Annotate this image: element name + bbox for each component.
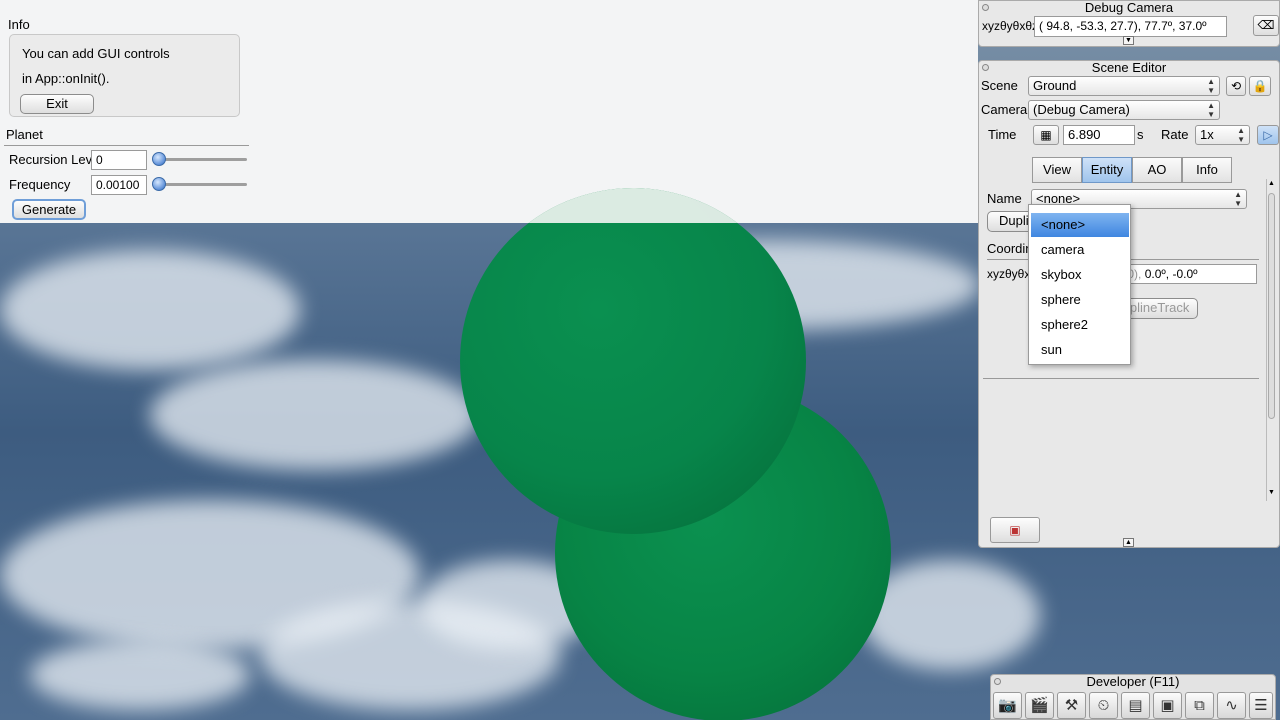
terminal-icon[interactable]: ▣	[1153, 692, 1182, 719]
entity-xyz-label: xyzθyθx	[987, 267, 1031, 281]
scrollbar-thumb[interactable]	[1268, 193, 1275, 419]
chevron-up-icon[interactable]: ▲	[1123, 538, 1134, 547]
debug-camera-window: Debug Camera xyzθyθxθz ( 94.8, -53.3, 27…	[978, 0, 1280, 47]
developer-toolbar: Developer (F11) 📷 🎬 ⚒ ⏲ ▤ ▣ ⧉ ∿ ☰	[990, 674, 1276, 720]
camera-coords-input[interactable]: ( 94.8, -53.3, 27.7), 77.7º, 37.0º	[1034, 16, 1227, 37]
film-icon[interactable]: ▦	[1033, 125, 1059, 145]
tab-info[interactable]: Info	[1182, 157, 1232, 183]
scene-editor-title: Scene Editor	[1091, 60, 1167, 75]
updown-arrows-icon: ▲ ▼	[1207, 77, 1215, 95]
cloud	[30, 640, 250, 710]
play-icon[interactable]: ▷	[1257, 125, 1279, 145]
updown-arrows-icon: ▲ ▼	[1207, 101, 1215, 119]
reload-icon[interactable]: ⟲	[1226, 76, 1246, 96]
exit-button[interactable]: Exit	[20, 94, 94, 114]
rate-label: Rate	[1161, 127, 1189, 142]
time-unit: s	[1137, 127, 1144, 142]
save-icon[interactable]: ▣	[990, 517, 1040, 543]
updown-arrows-icon: ▲ ▼	[1234, 190, 1242, 208]
sphere-upper-overlap	[460, 188, 806, 223]
entity-coords-b: 0.0º, -0.0º	[1144, 267, 1198, 281]
coordinates-label: Coordin	[987, 241, 1033, 256]
camera-icon[interactable]: 📷	[993, 692, 1022, 719]
developer-title: Developer (F11)	[1086, 674, 1180, 689]
tab-entity[interactable]: Entity	[1082, 157, 1132, 183]
rate-dropdown[interactable]: 1x ▲ ▼	[1195, 125, 1250, 145]
note-icon[interactable]: ▤	[1121, 692, 1150, 719]
name-label: Name	[987, 191, 1022, 206]
camera-dropdown-value: (Debug Camera)	[1033, 102, 1130, 117]
scrollbar[interactable]: ▲ ▼	[1266, 179, 1276, 501]
planet-separator	[4, 145, 249, 146]
name-dropdown-list: <none> camera skybox sphere sphere2 sun	[1028, 204, 1131, 365]
clock-icon[interactable]: ⏲	[1089, 692, 1118, 719]
info-line-1: You can add GUI controls	[22, 46, 170, 61]
generate-button[interactable]: Generate	[12, 199, 86, 220]
chevron-down-icon[interactable]: ▼	[1123, 36, 1134, 45]
chevron-down-icon[interactable]: ▼	[1268, 489, 1275, 496]
tab-ao[interactable]: AO	[1132, 157, 1182, 183]
document-icon[interactable]: ☰	[1249, 692, 1273, 719]
tab-view[interactable]: View	[1032, 157, 1082, 183]
chevron-up-icon[interactable]: ▲	[1268, 180, 1275, 187]
info-box: You can add GUI controls in App::onInit(…	[9, 34, 240, 117]
scene-dropdown-value: Ground	[1033, 78, 1077, 93]
frequency-slider-thumb[interactable]	[152, 177, 166, 191]
camera-label: Camera	[981, 102, 1028, 117]
editor-separator	[983, 378, 1259, 379]
name-option-none[interactable]: <none>	[1031, 213, 1129, 237]
updown-arrows-icon: ▲ ▼	[1237, 126, 1245, 144]
name-option-sphere2[interactable]: sphere2	[1031, 313, 1129, 337]
name-option-camera[interactable]: camera	[1031, 238, 1129, 262]
frequency-input[interactable]: 0.00100	[91, 175, 147, 195]
camera-xyz-label: xyzθyθxθz	[982, 19, 1039, 33]
sphere-upper	[460, 188, 806, 534]
name-option-sphere[interactable]: sphere	[1031, 288, 1129, 312]
time-input[interactable]: 6.890	[1063, 125, 1135, 145]
tools-icon[interactable]: ⚒	[1057, 692, 1086, 719]
clapperboard-icon[interactable]: 🎬	[1025, 692, 1054, 719]
profiler-icon[interactable]: ∿	[1217, 692, 1246, 719]
cloud	[150, 360, 480, 470]
recursion-level-label: Recursion Leve	[9, 152, 100, 167]
recursion-level-slider-thumb[interactable]	[152, 152, 166, 166]
info-window: Info You can add GUI controls in App::on…	[0, 12, 252, 222]
time-label: Time	[988, 127, 1017, 142]
scene-label: Scene	[981, 78, 1018, 93]
scene-dropdown[interactable]: Ground ▲ ▼	[1028, 76, 1220, 96]
camera-dropdown[interactable]: (Debug Camera) ▲ ▼	[1028, 100, 1220, 120]
name-option-sun[interactable]: sun	[1031, 338, 1129, 362]
planet-section-title: Planet	[6, 127, 43, 142]
info-line-2: in App::onInit().	[22, 71, 110, 86]
rate-dropdown-value: 1x	[1200, 127, 1214, 142]
name-option-skybox[interactable]: skybox	[1031, 263, 1129, 287]
cloud	[0, 250, 300, 370]
recursion-level-slider[interactable]	[153, 158, 247, 161]
lock-icon[interactable]: 🔒	[1249, 76, 1271, 96]
eraser-icon[interactable]: ⌫	[1253, 15, 1279, 36]
info-title: Info	[8, 17, 30, 32]
debug-camera-title: Debug Camera	[1084, 0, 1174, 15]
frequency-label: Frequency	[9, 177, 71, 192]
windows-icon[interactable]: ⧉	[1185, 692, 1214, 719]
recursion-level-input[interactable]: 0	[91, 150, 147, 170]
frequency-slider[interactable]	[153, 183, 247, 186]
